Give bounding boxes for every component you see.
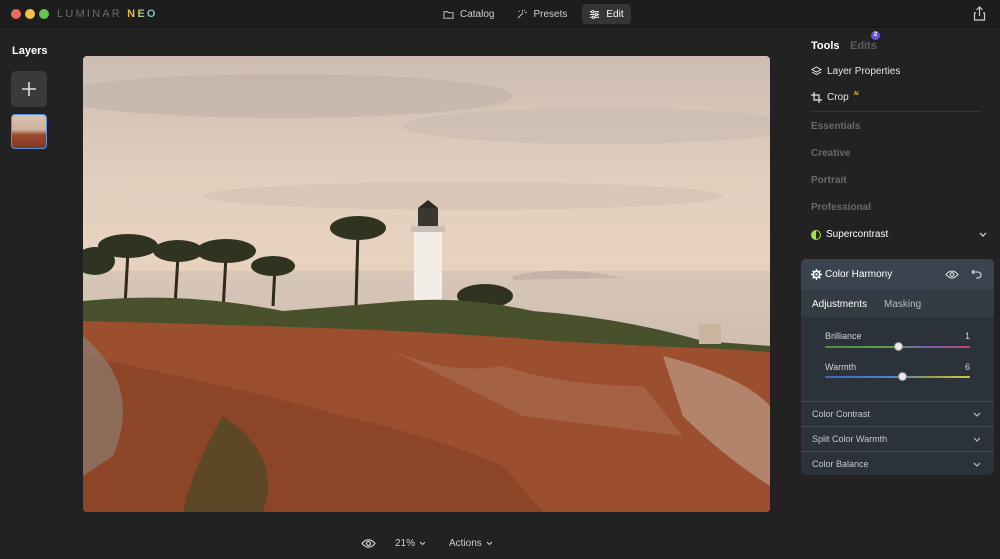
preview-eye-icon[interactable]: [361, 538, 376, 549]
section-split-color-warmth[interactable]: Split Color Warmth: [801, 426, 994, 451]
warmth-slider-handle[interactable]: [898, 372, 907, 381]
category-essentials[interactable]: Essentials: [811, 121, 860, 132]
share-icon[interactable]: [973, 6, 986, 21]
section-color-balance[interactable]: Color Balance: [801, 451, 994, 475]
supercontrast-label: Supercontrast: [826, 229, 889, 240]
layers-icon: [811, 66, 822, 76]
color-harmony-subtabs: Adjustments Masking: [801, 290, 994, 317]
chevron-down-icon: [973, 462, 981, 467]
gear-icon: [811, 269, 822, 280]
zoom-value: 21%: [395, 538, 416, 549]
color-balance-label: Color Balance: [812, 459, 869, 469]
photo-canvas[interactable]: [83, 56, 770, 512]
title-bar: LUMINAR NEO Catalog Presets Edit: [0, 0, 1000, 28]
plus-icon: [22, 82, 36, 96]
color-contrast-label: Color Contrast: [812, 409, 871, 419]
nav-catalog-label: Catalog: [460, 8, 495, 20]
split-color-warmth-label: Split Color Warmth: [812, 434, 888, 444]
tab-tools[interactable]: Tools: [811, 40, 840, 52]
section-color-contrast[interactable]: Color Contrast: [801, 401, 994, 426]
chevron-down-icon[interactable]: [979, 232, 987, 237]
nav-presets-button[interactable]: Presets: [509, 4, 574, 24]
warmth-label: Warmth: [825, 362, 857, 372]
crop-button[interactable]: Crop AI: [811, 90, 859, 103]
divider: [811, 111, 980, 112]
layers-title: Layers: [12, 45, 48, 57]
magic-wand-icon: [517, 9, 528, 18]
chevron-down-icon: [486, 541, 493, 546]
edits-count-badge: 2: [871, 31, 880, 40]
crop-label: Crop: [827, 92, 849, 103]
supercontrast-tool[interactable]: Supercontrast: [811, 229, 888, 240]
nav-edit-label: Edit: [606, 8, 624, 20]
visibility-eye-icon[interactable]: [945, 269, 959, 280]
tab-edits[interactable]: Edits: [850, 40, 877, 52]
folder-icon: [443, 10, 454, 19]
chevron-down-icon: [973, 412, 981, 417]
app-logo: LUMINAR NEO: [57, 8, 158, 20]
warmth-value[interactable]: 6: [965, 362, 970, 372]
category-professional[interactable]: Professional: [811, 202, 871, 213]
minimize-window-button[interactable]: [25, 9, 35, 19]
supercontrast-icon: [811, 229, 821, 240]
crop-icon: [811, 92, 822, 103]
logo-accent-text: NEO: [127, 8, 158, 20]
color-harmony-panel: Color Harmony Adjustments Masking Brilli…: [801, 259, 994, 475]
tab-adjustments[interactable]: Adjustments: [812, 299, 867, 310]
brilliance-label: Brilliance: [825, 331, 862, 341]
color-harmony-header[interactable]: Color Harmony: [801, 259, 994, 290]
category-creative[interactable]: Creative: [811, 148, 850, 159]
layer-thumbnail[interactable]: [11, 114, 47, 149]
brilliance-slider-handle[interactable]: [894, 342, 903, 351]
add-layer-button[interactable]: [11, 71, 47, 107]
chevron-down-icon: [419, 541, 426, 546]
color-harmony-title: Color Harmony: [825, 269, 893, 280]
category-portrait[interactable]: Portrait: [811, 175, 847, 186]
tab-masking[interactable]: Masking: [884, 299, 921, 310]
close-window-button[interactable]: [11, 9, 21, 19]
sliders-icon: [590, 9, 600, 19]
lighthouse-photo: [83, 74, 770, 512]
reset-undo-icon[interactable]: [971, 268, 982, 279]
zoom-window-button[interactable]: [39, 9, 49, 19]
zoom-dropdown[interactable]: 21%: [395, 538, 426, 549]
layer-properties-label: Layer Properties: [827, 66, 901, 77]
logo-main-text: LUMINAR: [57, 8, 128, 20]
actions-label: Actions: [449, 538, 482, 549]
ai-badge: AI: [853, 90, 859, 97]
nav-edit-button[interactable]: Edit: [582, 4, 631, 24]
actions-dropdown[interactable]: Actions: [449, 538, 493, 549]
nav-presets-label: Presets: [533, 8, 568, 20]
chevron-down-icon: [973, 437, 981, 442]
top-navigation: Catalog Presets Edit: [436, 4, 631, 24]
brilliance-value[interactable]: 1: [965, 331, 970, 341]
nav-catalog-button[interactable]: Catalog: [436, 4, 501, 24]
layer-properties-button[interactable]: Layer Properties: [811, 66, 900, 77]
